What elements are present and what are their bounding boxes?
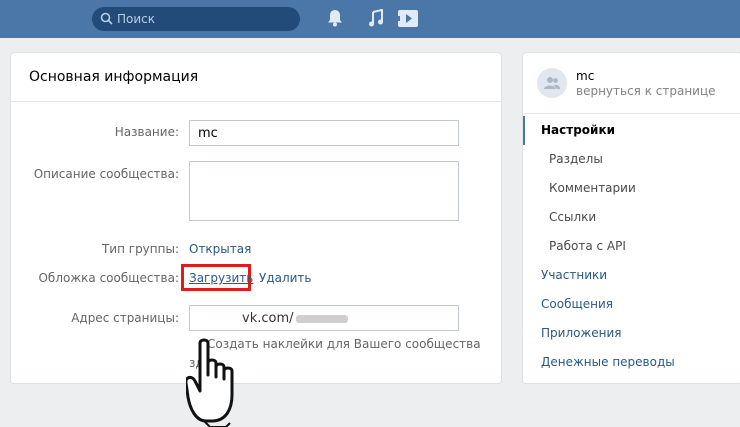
sidebar-item-messages[interactable]: Сообщения — [523, 290, 740, 319]
settings-sidebar: mc вернуться к странице Настройки Раздел… — [522, 52, 740, 384]
sidebar-item-settings[interactable]: Настройки — [523, 116, 740, 145]
sidebar-item-members[interactable]: Участники — [523, 261, 740, 290]
delete-cover-link[interactable]: Удалить — [259, 271, 312, 285]
sidebar-item-sections[interactable]: Разделы — [523, 145, 740, 174]
divider — [11, 101, 501, 102]
avatar[interactable] — [537, 68, 567, 98]
sidebar-item-comments[interactable]: Комментарии — [523, 174, 740, 203]
sidebar-item-api[interactable]: Работа с API — [523, 232, 740, 261]
group-icon — [544, 77, 560, 89]
main-info-card: Основная информация Название: mc Описани… — [10, 52, 502, 427]
description-label: Описание сообщества: — [33, 167, 179, 181]
description-field[interactable] — [189, 161, 459, 221]
sidebar-item-money-transfers[interactable]: Денежные переводы — [523, 348, 740, 377]
name-label: Название: — [114, 125, 179, 139]
upload-cover-link[interactable]: Загрузить — [189, 271, 253, 285]
page-title: Основная информация — [29, 69, 199, 85]
pointing-hand-icon — [186, 338, 234, 427]
divider — [523, 113, 740, 114]
address-prefix: vk.com/ — [242, 311, 294, 326]
group-type-label: Тип группы: — [101, 242, 179, 256]
cover-label: Обложка сообщества: — [38, 271, 179, 285]
bell-icon[interactable] — [327, 9, 343, 27]
sidebar-item-apps[interactable]: Приложения — [523, 319, 740, 348]
address-field[interactable]: vk.com/ — [189, 305, 459, 331]
back-to-page-link[interactable]: вернуться к странице — [576, 84, 716, 98]
search-icon — [100, 12, 113, 25]
name-field[interactable]: mc — [189, 120, 459, 146]
sidebar-item-links[interactable]: Ссылки — [523, 203, 740, 232]
group-type-link[interactable]: Открытая — [189, 242, 251, 256]
group-name[interactable]: mc — [576, 69, 594, 83]
address-label: Адрес страницы: — [71, 311, 179, 325]
top-header: Поиск — [0, 0, 740, 38]
video-icon[interactable] — [397, 9, 419, 28]
music-icon[interactable] — [368, 9, 384, 27]
address-blurred — [295, 314, 348, 323]
search-input[interactable]: Поиск — [92, 7, 300, 31]
search-placeholder: Поиск — [117, 12, 156, 26]
